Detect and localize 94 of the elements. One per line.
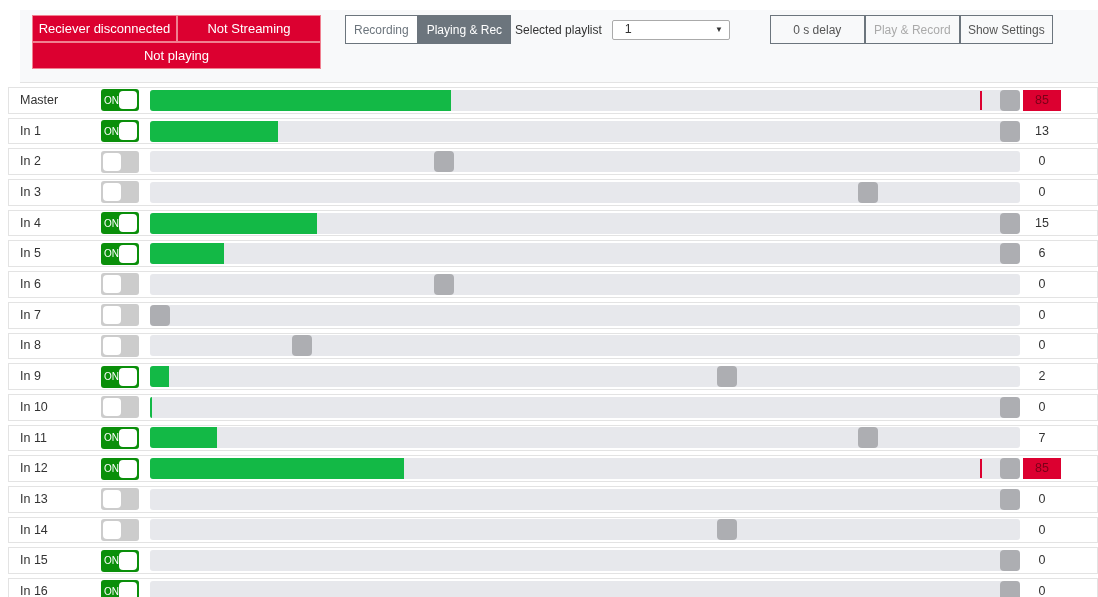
status-indicator: Reciever disconnected (32, 15, 177, 42)
fader-track[interactable] (150, 427, 1020, 449)
fader-handle[interactable] (1000, 488, 1020, 510)
channel-value: 0 (1037, 521, 1047, 539)
channel-value: 0 (1037, 337, 1047, 355)
channel-name: In 14 (19, 521, 49, 539)
fader-track[interactable] (150, 243, 1020, 265)
fader-handle[interactable] (1000, 120, 1020, 142)
status-indicator: Not Streaming (177, 15, 321, 42)
fader-track[interactable] (150, 304, 1020, 326)
fader-handle[interactable] (433, 151, 454, 173)
fader-handle[interactable] (1000, 212, 1020, 234)
channel-toggle[interactable]: ON (101, 120, 139, 143)
channel-name: In 4 (19, 214, 42, 232)
fader-track[interactable] (150, 488, 1020, 510)
channel-name: In 9 (19, 368, 42, 386)
mode-tab[interactable]: Recording (345, 15, 418, 44)
channel-toggle[interactable]: ON (101, 457, 139, 480)
playlist-label: Selected playlist (515, 21, 602, 39)
fader-track[interactable] (150, 458, 1020, 480)
fader-handle[interactable] (716, 519, 737, 541)
channel-name: In 1 (19, 122, 42, 140)
channel-name: In 11 (19, 429, 48, 447)
channel-value: 7 (1037, 429, 1047, 447)
channel-toggle[interactable] (101, 334, 139, 357)
fader-handle[interactable] (291, 335, 312, 357)
fader-track[interactable] (150, 550, 1020, 572)
channel-name: In 13 (19, 490, 49, 508)
channel-toggle[interactable]: ON (101, 549, 139, 572)
channel-name: In 5 (19, 245, 42, 263)
playlist-select[interactable]: 1 ▼ (611, 19, 730, 40)
fader-handle[interactable] (716, 366, 737, 388)
fader-handle[interactable] (1000, 396, 1020, 418)
fader-handle[interactable] (1000, 458, 1020, 480)
channel-value: 6 (1037, 245, 1047, 263)
fader-handle[interactable] (858, 181, 879, 203)
channel-toggle[interactable]: ON (101, 212, 139, 235)
channel-toggle[interactable]: ON (101, 426, 139, 449)
channel-toggle[interactable] (101, 488, 139, 511)
channel-name: In 16 (19, 582, 49, 597)
channel-value: 0 (1037, 153, 1047, 171)
channel-toggle[interactable] (101, 518, 139, 541)
channel-value: 0 (1037, 306, 1047, 324)
fader-handle[interactable] (1000, 550, 1020, 572)
channel-toggle[interactable]: ON (101, 365, 139, 388)
channel-toggle[interactable]: ON (101, 89, 139, 112)
channel-toggle[interactable] (101, 304, 139, 327)
channel-name: Master (19, 91, 60, 109)
channel-value: 0 (1037, 398, 1047, 416)
channel-name: In 8 (19, 337, 42, 355)
channel-toggle[interactable] (101, 273, 139, 296)
fader-track[interactable] (150, 519, 1020, 541)
fader-track[interactable] (150, 181, 1020, 203)
channel-value: 15 (1034, 214, 1050, 232)
channel-name: In 15 (19, 552, 49, 570)
channel-value: 0 (1037, 184, 1047, 202)
action-button[interactable]: Show Settings (959, 15, 1053, 44)
channel-name: In 3 (19, 184, 42, 202)
fader-track[interactable] (150, 273, 1020, 295)
channel-toggle[interactable] (101, 396, 139, 419)
channel-name: In 2 (19, 153, 42, 171)
status-indicator: Not playing (32, 42, 321, 69)
channel-name: In 12 (19, 460, 49, 478)
channel-name: In 7 (19, 306, 42, 324)
channel-value: 0 (1037, 490, 1047, 508)
channel-toggle[interactable]: ON (101, 580, 139, 597)
fader-track[interactable] (150, 120, 1020, 142)
channel-name: In 10 (19, 398, 49, 416)
channel-toggle[interactable] (101, 181, 139, 204)
fader-handle[interactable] (1000, 243, 1020, 265)
action-button[interactable]: 0 s delay (769, 15, 865, 44)
fader-handle[interactable] (150, 304, 170, 326)
channel-value: 0 (1037, 552, 1047, 570)
fader-track[interactable] (150, 151, 1020, 173)
channel-toggle[interactable]: ON (101, 242, 139, 265)
fader-handle[interactable] (1000, 89, 1020, 111)
mode-tab[interactable]: Playing & Rec (417, 15, 512, 44)
channel-value: 2 (1037, 368, 1047, 386)
channel-value: 85 (1023, 89, 1061, 111)
fader-track[interactable] (150, 580, 1020, 597)
channel-toggle[interactable] (101, 150, 139, 173)
channel-value: 0 (1037, 276, 1047, 294)
fader-track[interactable] (150, 212, 1020, 234)
fader-handle[interactable] (1000, 580, 1020, 597)
fader-track[interactable] (150, 89, 1020, 111)
fader-track[interactable] (150, 335, 1020, 357)
fader-handle[interactable] (433, 273, 454, 295)
channel-value: 0 (1037, 582, 1047, 597)
fader-handle[interactable] (858, 427, 879, 449)
channel-value: 85 (1023, 458, 1061, 480)
fader-track[interactable] (150, 396, 1020, 418)
fader-track[interactable] (150, 366, 1020, 388)
channel-name: In 6 (19, 276, 42, 294)
channel-value: 13 (1034, 122, 1050, 140)
